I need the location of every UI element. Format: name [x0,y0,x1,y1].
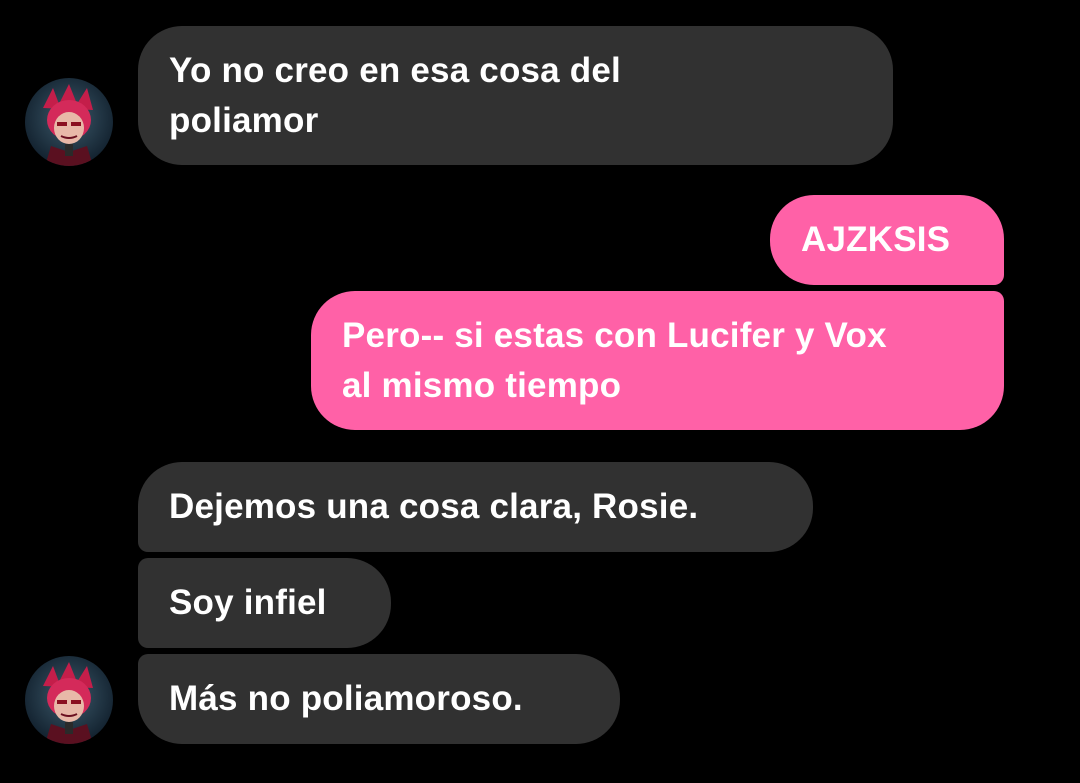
message-bubble-outgoing[interactable]: AJZKSIS [770,195,1004,285]
message-text-line: Yo no creo en esa cosa del [169,51,621,90]
message-text-line: al mismo tiempo [342,366,622,405]
message-text-line: Pero-- si estas con Lucifer y Vox [342,316,887,355]
contact-avatar[interactable] [25,78,113,166]
contact-avatar-image [25,78,113,166]
message-bubble-incoming[interactable]: Dejemos una cosa clara, Rosie. [138,462,813,552]
message-bubble-outgoing[interactable]: Pero-- si estas con Lucifer y Vox al mis… [311,291,1004,430]
message-bubble-incoming[interactable]: Soy infiel [138,558,391,648]
message-text-line: poliamor [169,101,319,140]
message-text-line: Más no poliamoroso. [169,679,523,718]
message-text-line: Dejemos una cosa clara, Rosie. [169,487,699,526]
message-bubble-incoming[interactable]: Yo no creo en esa cosa del poliamor [138,26,893,165]
contact-avatar-image [25,656,113,744]
message-bubble-incoming[interactable]: Más no poliamoroso. [138,654,620,744]
contact-avatar[interactable] [25,656,113,744]
message-text-line: AJZKSIS [801,220,951,259]
message-text-line: Soy infiel [169,583,327,622]
